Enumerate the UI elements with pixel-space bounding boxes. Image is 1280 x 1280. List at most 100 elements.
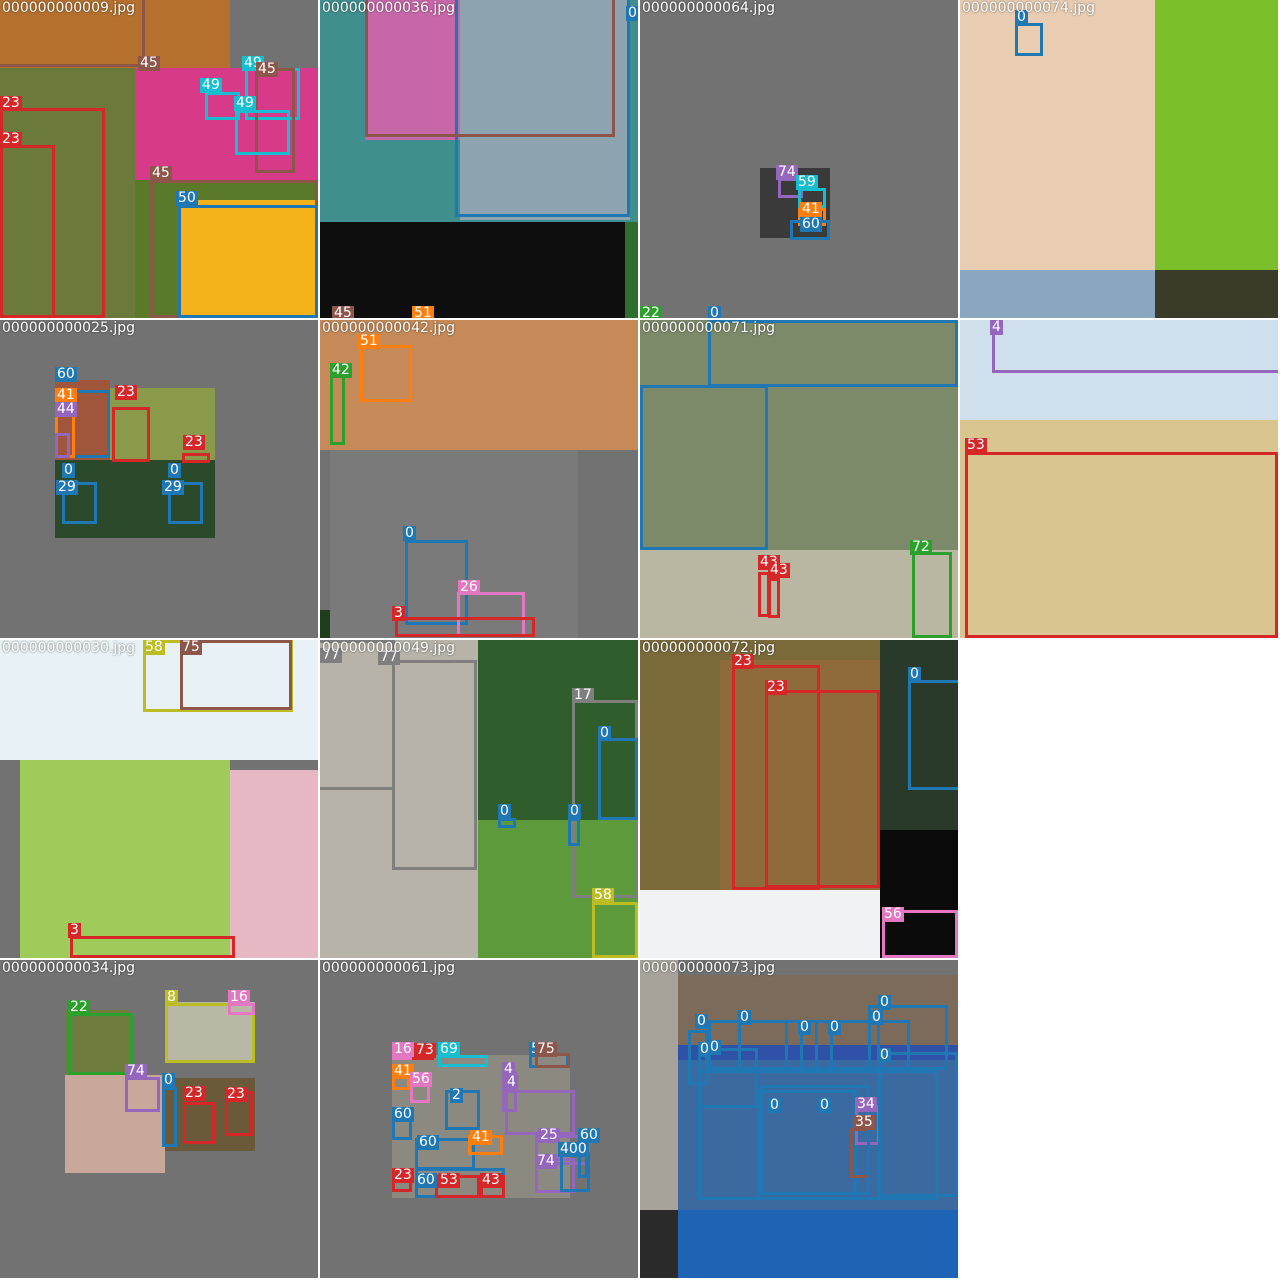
class-label: 0 xyxy=(870,1009,883,1025)
class-label: 22 xyxy=(68,999,90,1015)
class-label: 42 xyxy=(330,362,352,378)
tile-filename: 000000000049.jpg xyxy=(322,640,455,656)
photo-region xyxy=(960,0,1155,270)
bounding-box xyxy=(182,453,210,463)
mosaic-tile: 72 43 43 000000000071.jpg xyxy=(640,320,958,638)
bounding-box xyxy=(908,680,958,790)
class-label: 16 xyxy=(228,989,250,1005)
bounding-box xyxy=(183,1102,215,1144)
class-label: 60 xyxy=(392,1106,414,1122)
class-label: 51 xyxy=(358,333,380,349)
bounding-box xyxy=(592,902,638,958)
tile-filename: 000000000074.jpg xyxy=(962,0,1095,16)
photo-region xyxy=(640,960,678,1210)
class-label: 45 xyxy=(332,306,354,318)
class-label: 8 xyxy=(165,989,178,1005)
photo-region xyxy=(230,770,318,958)
class-label: 43 xyxy=(768,562,790,578)
mosaic-tile: 1673695754156446026041256074400236053430… xyxy=(320,960,638,1278)
class-label: 0 xyxy=(168,462,181,478)
class-label: 60 xyxy=(417,1134,439,1150)
bounding-box xyxy=(560,1152,590,1192)
bounding-box xyxy=(1015,23,1043,56)
mosaic-tile: 4 53 xyxy=(960,320,1278,638)
mosaic-tile: 0 45 51 000000000036.jpg xyxy=(320,0,638,318)
photo-region xyxy=(640,890,880,958)
photo-region xyxy=(640,550,958,638)
class-label: 51 xyxy=(412,306,434,318)
photo-region xyxy=(320,610,330,638)
class-label: 29 xyxy=(56,479,78,495)
class-label: 4 xyxy=(990,320,1003,335)
mosaic-tile: 45 49 49 45 49 23 23 45 50 000000000009.jpg xyxy=(0,0,318,318)
class-label: 0 xyxy=(62,462,75,478)
tile-filename: 000000000071.jpg xyxy=(642,320,775,336)
class-label: 0 xyxy=(708,306,721,318)
class-label: 25 xyxy=(538,1127,560,1143)
mosaic-tile: 23 23 0 56 000000000072.jpg xyxy=(640,640,958,958)
class-label: 0 xyxy=(818,1097,831,1113)
bounding-box xyxy=(498,818,516,828)
class-label: 75 xyxy=(180,640,202,655)
photo-region xyxy=(1155,270,1278,318)
bounding-box xyxy=(878,1052,958,1197)
tile-filename: 000000000009.jpg xyxy=(2,0,135,16)
tile-filename: 000000000036.jpg xyxy=(322,0,455,16)
class-label: 34 xyxy=(855,1096,877,1112)
bounding-box xyxy=(765,690,880,888)
class-label: 22 xyxy=(640,306,662,318)
mosaic-tile: 74 59 41 60 22 0 000000000064.jpg xyxy=(640,0,958,318)
class-label: 49 xyxy=(200,77,222,93)
class-label: 23 xyxy=(765,679,787,695)
class-label: 0 xyxy=(738,1009,751,1025)
photo-region xyxy=(678,1210,958,1278)
mosaic-tile: 58 75 3 000000000030.jpg xyxy=(0,640,318,958)
class-label: 0 xyxy=(162,1072,175,1088)
class-label: 23 xyxy=(0,95,22,111)
class-label: 43 xyxy=(480,1172,502,1188)
bounding-box xyxy=(162,1087,177,1147)
class-label: 60 xyxy=(415,1172,437,1188)
bounding-box xyxy=(640,385,768,550)
tile-filename: 000000000034.jpg xyxy=(2,960,135,976)
photo-region xyxy=(20,760,230,958)
class-label: 3 xyxy=(68,922,81,938)
class-label: 400 xyxy=(558,1141,589,1157)
tile-filename: 000000000042.jpg xyxy=(322,320,455,336)
bounding-box xyxy=(912,552,952,638)
class-label: 0 xyxy=(403,525,416,541)
bounding-box xyxy=(125,1077,160,1112)
bounding-box xyxy=(178,205,318,318)
bounding-box xyxy=(0,145,55,318)
bounding-box xyxy=(965,452,1278,638)
class-label: 0 xyxy=(708,1039,721,1055)
class-label: 4 xyxy=(505,1074,518,1090)
bounding-box xyxy=(68,1013,133,1075)
bounding-box xyxy=(992,320,1278,373)
class-label: 49 xyxy=(234,95,256,111)
class-label: 3 xyxy=(392,605,405,621)
class-label: 69 xyxy=(438,1041,460,1057)
class-label: 75 xyxy=(535,1041,557,1057)
class-label: 58 xyxy=(143,640,165,655)
mosaic-tile: 22 8 16 74 0 23 23 000000000034.jpg xyxy=(0,960,318,1278)
class-label: 58 xyxy=(592,887,614,903)
class-label: 41 xyxy=(470,1129,492,1145)
mosaic-tile: 51 42 0 26 3 000000000042.jpg xyxy=(320,320,638,638)
class-label: 0 xyxy=(878,994,891,1010)
class-label: 23 xyxy=(183,1085,205,1101)
bounding-box xyxy=(568,818,580,846)
class-label: 73 xyxy=(414,1042,436,1058)
tile-filename: 000000000030.jpg xyxy=(2,640,135,656)
bounding-box xyxy=(768,578,780,618)
class-label: 44 xyxy=(55,401,77,417)
tile-filename: 000000000073.jpg xyxy=(642,960,775,976)
class-label: 60 xyxy=(800,216,822,232)
photo-region xyxy=(625,222,638,318)
class-label: 72 xyxy=(910,539,932,555)
tile-filename: 000000000025.jpg xyxy=(2,320,135,336)
class-label: 0 xyxy=(878,1047,891,1063)
tile-filename: 000000000072.jpg xyxy=(642,640,775,656)
photo-region xyxy=(640,1210,678,1278)
class-label: 0 xyxy=(598,725,611,741)
